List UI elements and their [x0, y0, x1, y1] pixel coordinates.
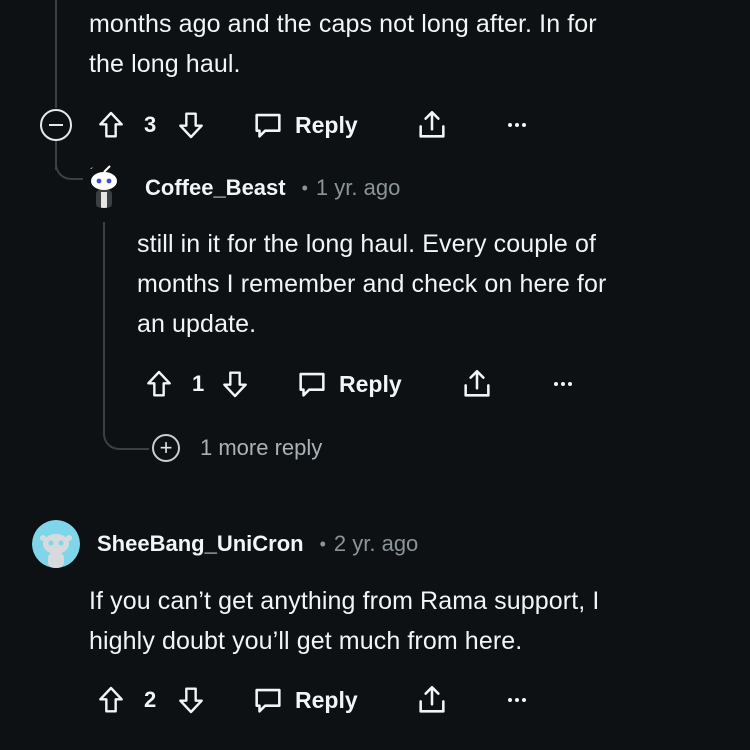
more-options-button[interactable] — [505, 678, 529, 722]
comment-body-line: still in it for the long haul. Every cou… — [137, 230, 597, 258]
separator-dot: • — [319, 533, 326, 554]
arrow-down-icon — [179, 687, 203, 714]
more-replies-label: 1 more reply — [200, 435, 323, 460]
comment-actions: 2 Reply — [0, 678, 750, 722]
comment-age: 1 yr. ago — [315, 175, 401, 200]
avatar[interactable] — [82, 164, 126, 208]
comment-actions: 1 Reply — [0, 362, 750, 406]
comment-body-line: If you can’t get anything from Rama supp… — [89, 587, 600, 615]
thread-line-child-curve — [55, 150, 83, 180]
arrow-up-icon — [99, 111, 123, 138]
reply-button[interactable]: Reply — [251, 103, 358, 147]
comment-body-line: months ago and the caps not long after. … — [89, 10, 597, 38]
arrow-down-icon — [179, 112, 203, 139]
avatar[interactable] — [32, 520, 80, 568]
ellipsis-icon — [508, 698, 526, 702]
more-options-button[interactable] — [505, 103, 529, 147]
comment-body: months ago and the caps not long after. … — [89, 4, 597, 84]
plus-circle-icon: + — [152, 434, 180, 462]
comment-body-line: months I remember and check on here for — [137, 270, 607, 298]
comment-actions: 3 Reply — [0, 103, 750, 147]
share-icon — [419, 685, 445, 713]
more-replies-button[interactable]: + 1 more reply — [152, 428, 322, 468]
arrow-down-icon — [223, 371, 247, 398]
share-icon — [419, 110, 445, 138]
downvote-button[interactable] — [219, 362, 251, 406]
snoo-avatar-icon — [32, 520, 80, 568]
reply-label: Reply — [339, 370, 402, 397]
comment-body: still in it for the long haul. Every cou… — [137, 224, 606, 344]
comment-body-line: an update. — [137, 310, 257, 338]
vote-count: 2 — [144, 687, 157, 712]
upvote-button[interactable] — [143, 362, 175, 406]
upvote-button[interactable] — [95, 678, 127, 722]
comment-body-line: highly doubt you’ll get much from here. — [89, 627, 523, 655]
comment-body-line: the long haul. — [89, 50, 241, 78]
comment-body: If you can’t get anything from Rama supp… — [89, 581, 599, 661]
share-button[interactable] — [415, 103, 449, 147]
thread-line-parent — [55, 0, 57, 108]
reply-button[interactable]: Reply — [295, 362, 402, 406]
speech-bubble-icon — [299, 372, 325, 397]
thread-line-more-curve — [103, 420, 149, 450]
arrow-up-icon — [147, 370, 171, 397]
reply-button[interactable]: Reply — [251, 678, 358, 722]
ellipsis-icon — [554, 382, 572, 386]
downvote-button[interactable] — [175, 678, 207, 722]
downvote-button[interactable] — [175, 103, 207, 147]
share-button[interactable] — [415, 678, 449, 722]
speech-bubble-icon — [255, 688, 281, 713]
reply-label: Reply — [295, 686, 358, 713]
arrow-up-icon — [99, 686, 123, 713]
username[interactable]: Coffee_Beast — [145, 175, 286, 201]
speech-bubble-icon — [255, 113, 281, 138]
comment-author-row: Coffee_Beast • 1 yr. ago — [145, 168, 400, 208]
vote-count: 1 — [192, 371, 205, 396]
share-button[interactable] — [460, 362, 494, 406]
vote-count: 3 — [144, 112, 157, 137]
comment-age: 2 yr. ago — [333, 531, 419, 556]
username[interactable]: SheeBang_UniCron — [97, 531, 304, 557]
upvote-button[interactable] — [95, 103, 127, 147]
comment-author-row: SheeBang_UniCron • 2 yr. ago — [97, 524, 418, 564]
reply-label: Reply — [295, 111, 358, 138]
separator-dot: • — [301, 177, 308, 198]
comment-thread: months ago and the caps not long after. … — [0, 0, 750, 750]
snoo-avatar-icon — [82, 164, 126, 208]
share-icon — [464, 369, 490, 397]
ellipsis-icon — [508, 123, 526, 127]
more-options-button[interactable] — [551, 362, 575, 406]
